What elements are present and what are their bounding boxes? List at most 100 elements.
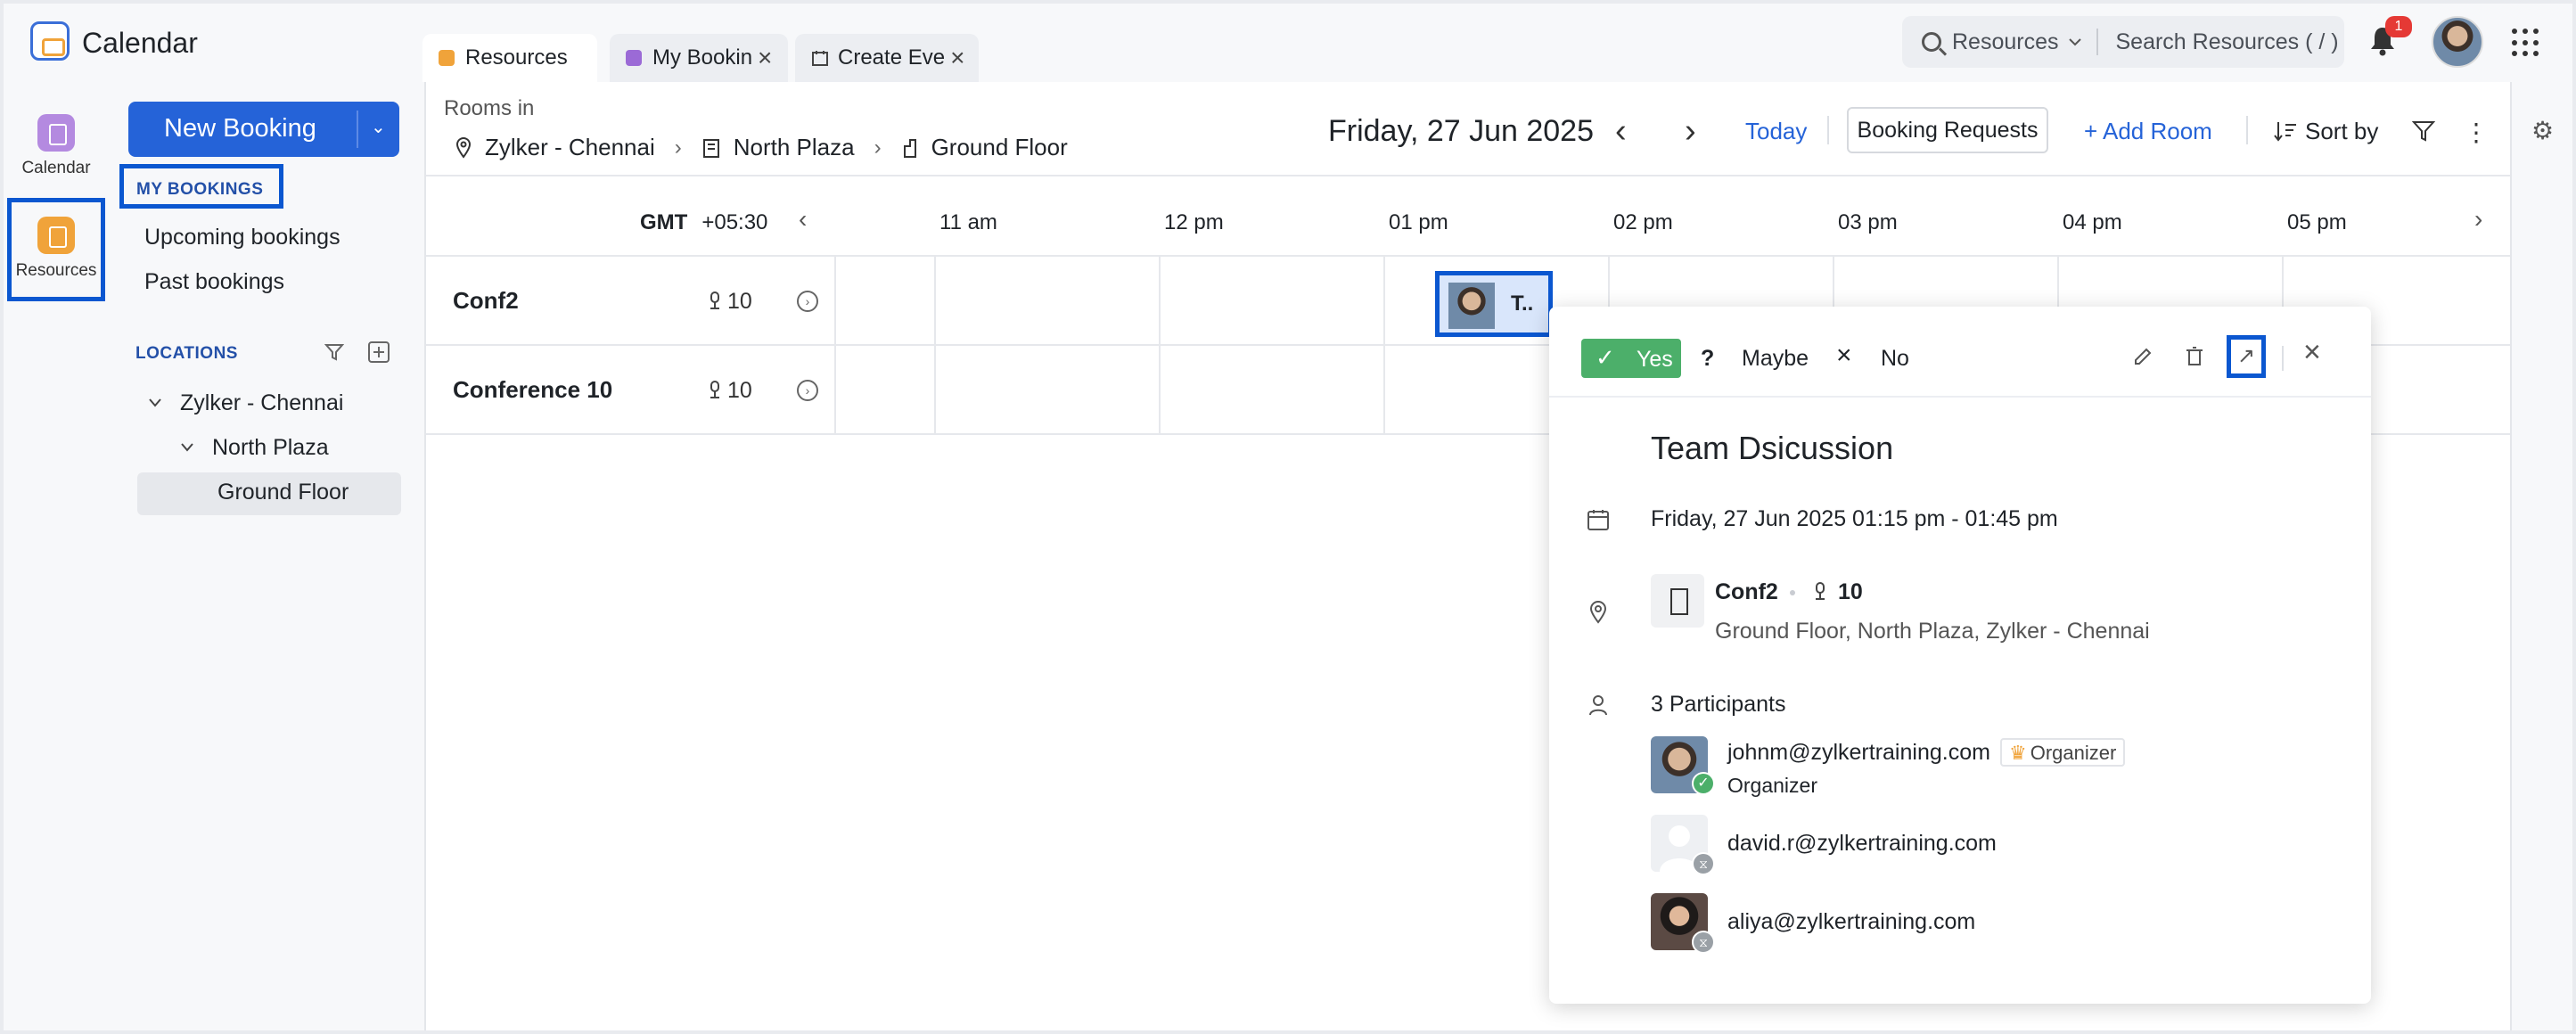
room-details-icon[interactable]: ›: [797, 380, 818, 401]
time-label: 03 pm: [1838, 210, 1898, 234]
chevron-down-icon[interactable]: [180, 442, 194, 453]
chevron-right-icon: ›: [874, 135, 882, 160]
rsvp-yes-button[interactable]: ✓ Yes: [1581, 339, 1681, 378]
new-booking-button[interactable]: New Booking ⌄: [128, 102, 399, 157]
building-icon: [702, 138, 719, 158]
calendar-logo-icon: [30, 21, 70, 61]
booking-requests-button[interactable]: Booking Requests: [1847, 107, 2048, 153]
timezone-label: GMT +05:30: [640, 210, 767, 235]
gmt-label: GMT: [640, 210, 688, 234]
new-booking-label: New Booking: [164, 114, 316, 143]
upcoming-bookings-link[interactable]: Upcoming bookings: [144, 225, 340, 250]
add-room-button[interactable]: + Add Room: [2084, 118, 2212, 145]
chevron-down-icon[interactable]: ⌄: [371, 116, 386, 138]
resources-icon: [37, 217, 75, 254]
person-icon: [1589, 695, 1607, 716]
capacity-icon: [1816, 582, 1825, 600]
room-door-icon: [1651, 574, 1704, 628]
breadcrumb-item[interactable]: Ground Floor: [931, 134, 1068, 161]
chevron-right-icon: ›: [674, 135, 682, 160]
avatar: [1448, 283, 1495, 329]
crown-icon: ♛: [2009, 742, 2027, 764]
breadcrumb-item[interactable]: North Plaza: [734, 134, 855, 161]
room-name[interactable]: Conf2: [453, 287, 519, 315]
room-details-icon[interactable]: ›: [797, 291, 818, 312]
delete-icon[interactable]: [2184, 346, 2205, 367]
breadcrumb-item[interactable]: Zylker - Chennai: [485, 134, 655, 161]
rail-item-calendar[interactable]: Calendar: [11, 114, 102, 178]
rooms-in-label: Rooms in: [444, 96, 535, 120]
add-location-icon[interactable]: [367, 341, 390, 364]
gear-icon[interactable]: ⚙: [2531, 116, 2554, 145]
search-scope[interactable]: Resources: [1952, 29, 2059, 55]
divider: [2282, 346, 2284, 371]
location-pin-icon: [455, 136, 472, 159]
rail-label: Calendar: [21, 159, 91, 177]
close-icon[interactable]: ×: [950, 44, 964, 72]
participant-email[interactable]: david.r@zylkertraining.com: [1727, 831, 1997, 857]
chevron-down-icon[interactable]: [148, 398, 162, 408]
tree-item-label: Ground Floor: [217, 480, 349, 505]
search-bar[interactable]: Resources Search Resources ( / ): [1902, 16, 2344, 68]
capacity-icon: [710, 291, 719, 309]
organizer-badge-label: Organizer: [2030, 742, 2117, 764]
edit-icon[interactable]: [2132, 346, 2154, 367]
popup-room-name[interactable]: Conf2: [1715, 579, 1778, 605]
scroll-right-icon[interactable]: ›: [2474, 205, 2482, 234]
tab-create-event[interactable]: Create Eve ×: [795, 34, 979, 82]
search-input[interactable]: Search Resources ( / ): [2116, 29, 2339, 55]
my-bookings-section[interactable]: MY BOOKINGS: [119, 164, 283, 209]
notification-badge: 1: [2385, 16, 2412, 37]
current-date: Friday, 27 Jun 2025: [1328, 114, 1594, 148]
capacity-icon: [710, 381, 719, 398]
divider: [1549, 396, 2371, 398]
accepted-status-icon: ✓: [1692, 772, 1715, 795]
tree-item-ground-floor[interactable]: Ground Floor: [137, 472, 401, 515]
gmt-offset: +05:30: [701, 210, 768, 234]
create-event-icon: [812, 51, 828, 66]
pending-status-icon: ⧖: [1692, 852, 1715, 875]
participants-count: 3 Participants: [1651, 692, 1786, 717]
divider: [1383, 255, 1385, 433]
participant-email[interactable]: aliya@zylkertraining.com: [1727, 909, 1975, 935]
time-label: 11 am: [939, 210, 997, 234]
next-day-icon[interactable]: ›: [1685, 112, 1696, 151]
scroll-left-icon[interactable]: ‹: [799, 205, 807, 234]
decline-icon: ×: [1836, 341, 1852, 370]
rsvp-maybe-button[interactable]: Maybe: [1742, 346, 1809, 372]
avatar[interactable]: [2432, 16, 2483, 68]
more-options-icon[interactable]: ⋮: [2464, 118, 2489, 147]
tab-my-bookings[interactable]: My Bookin ×: [610, 34, 788, 82]
previous-day-icon[interactable]: ‹: [1615, 112, 1627, 151]
app-title: Calendar: [82, 27, 198, 59]
today-button[interactable]: Today: [1745, 118, 1807, 145]
event-chip[interactable]: T..: [1435, 271, 1553, 337]
sort-icon[interactable]: [2273, 119, 2298, 143]
past-bookings-link[interactable]: Past bookings: [144, 269, 284, 295]
participant-email[interactable]: johnm@zylkertraining.com: [1727, 740, 1990, 766]
rail-item-resources[interactable]: Resources: [7, 198, 105, 301]
rail-label: Resources: [15, 261, 97, 280]
tree-item-north-plaza[interactable]: North Plaza: [212, 435, 329, 461]
time-label: 01 pm: [1389, 210, 1448, 234]
sort-by-button[interactable]: Sort by: [2305, 118, 2378, 145]
tab-resources[interactable]: Resources: [422, 34, 597, 82]
tab-label: Create Eve: [838, 45, 946, 70]
right-strip: [2510, 82, 2572, 1030]
close-icon[interactable]: ×: [758, 44, 772, 72]
room-name[interactable]: Conference 10: [453, 376, 612, 404]
rsvp-yes-label: Yes: [1637, 347, 1673, 372]
filter-icon[interactable]: [2412, 119, 2435, 143]
time-label: 02 pm: [1613, 210, 1673, 234]
locations-title: LOCATIONS: [135, 344, 238, 363]
floor-icon: [903, 138, 916, 158]
open-in-new-icon[interactable]: ↗: [2227, 335, 2266, 378]
rsvp-no-button[interactable]: No: [1881, 346, 1909, 372]
divider: [2096, 29, 2098, 55]
divider: [834, 255, 836, 433]
close-icon[interactable]: ×: [2303, 335, 2321, 370]
filter-icon[interactable]: [324, 342, 344, 362]
tree-item-zylker-chennai[interactable]: Zylker - Chennai: [180, 390, 343, 416]
app-grid-icon[interactable]: [2512, 29, 2540, 57]
time-label: 04 pm: [2063, 210, 2122, 234]
